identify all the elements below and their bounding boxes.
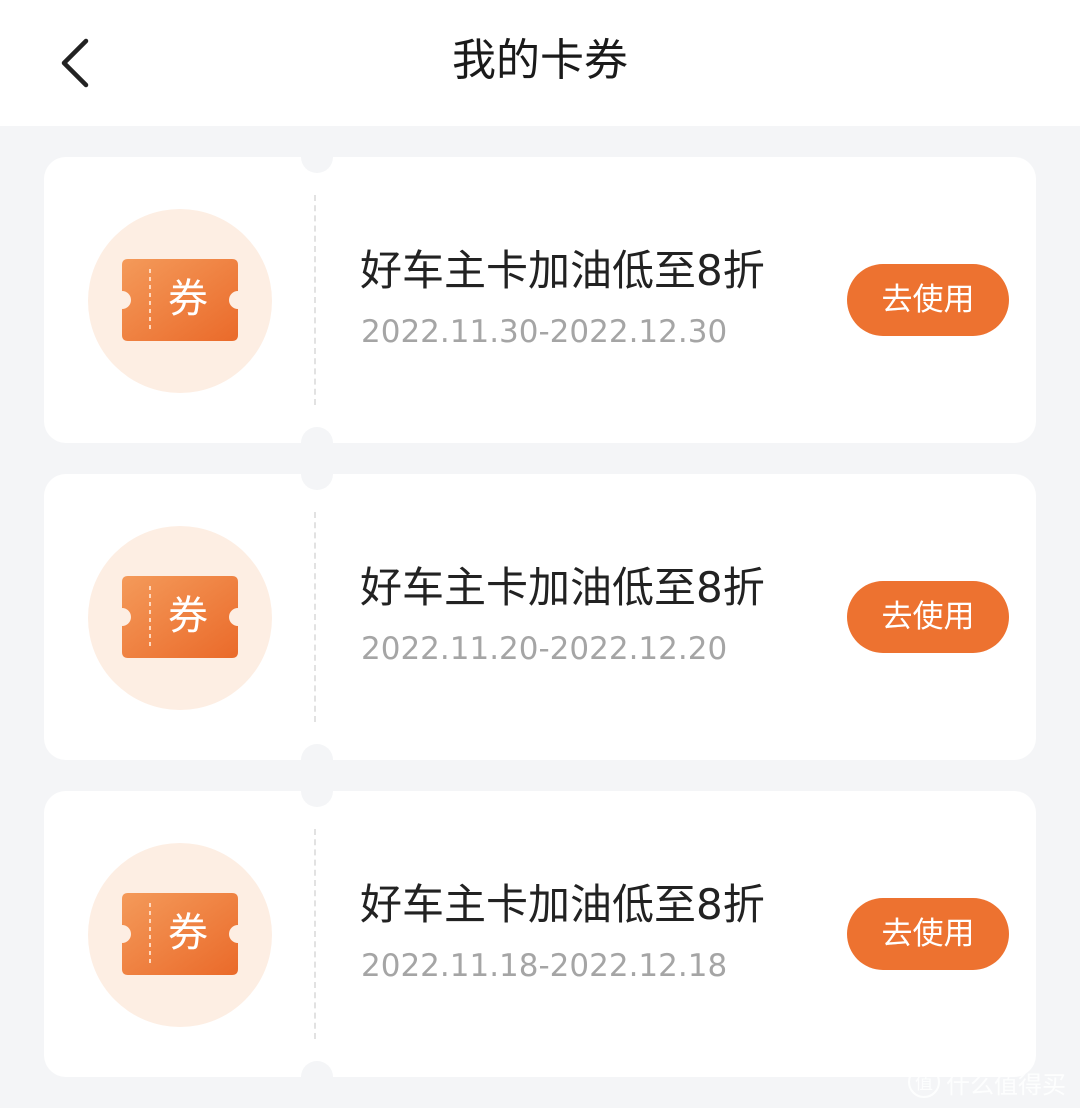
dashed-divider — [314, 512, 316, 722]
ticket-label: 券 — [168, 593, 208, 639]
card-notch — [301, 141, 333, 173]
card-notch — [301, 744, 333, 776]
card-notch — [301, 1061, 333, 1093]
site-watermark: 值 什么值得买 — [908, 1064, 1066, 1100]
coupon-date: 2022.11.18-2022.12.18 — [361, 948, 728, 984]
dashed-divider — [314, 195, 316, 405]
coupon-date: 2022.11.30-2022.12.30 — [361, 314, 728, 350]
dashed-divider — [314, 829, 316, 1039]
card-notch — [301, 775, 333, 807]
use-coupon-button[interactable]: 去使用 — [847, 581, 1009, 653]
coupon-date: 2022.11.20-2022.12.20 — [361, 631, 728, 667]
coupon-card: 券 好车主卡加油低至8折 2022.11.30-2022.12.30 去使用 — [44, 141, 1036, 459]
coupon-icon: 券 — [88, 843, 272, 1027]
watermark-text: 什么值得买 — [946, 1070, 1066, 1099]
coupon-card: 券 好车主卡加油低至8折 2022.11.18-2022.12.18 去使用 — [44, 775, 1036, 1093]
card-notch — [301, 458, 333, 490]
coupon-icon: 券 — [88, 209, 272, 393]
ticket-label: 券 — [168, 910, 208, 956]
coupon-icon: 券 — [88, 526, 272, 710]
card-notch — [301, 427, 333, 459]
ticket-label: 券 — [168, 276, 208, 322]
coupon-title: 好车主卡加油低至8折 — [360, 246, 765, 295]
page-title: 我的卡券 — [452, 35, 628, 86]
watermark-logo-icon: 值 — [908, 1066, 940, 1098]
use-coupon-button[interactable]: 去使用 — [847, 264, 1009, 336]
coupon-card: 券 好车主卡加油低至8折 2022.11.20-2022.12.20 去使用 — [44, 458, 1036, 776]
use-coupon-button[interactable]: 去使用 — [847, 898, 1009, 970]
top-bar: 我的卡券 — [0, 0, 1080, 126]
coupon-title: 好车主卡加油低至8折 — [360, 880, 765, 929]
coupon-title: 好车主卡加油低至8折 — [360, 563, 765, 612]
